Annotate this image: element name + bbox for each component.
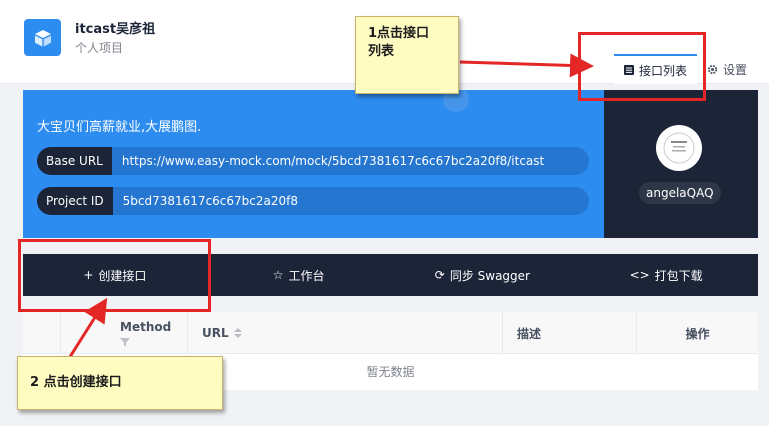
annotation-note-2: 2 点击创建接口	[17, 356, 223, 410]
arrow-to-create	[66, 297, 108, 361]
annotation-note-1: 1点击接口 列表	[355, 16, 459, 94]
arrow-to-tab	[459, 53, 594, 78]
